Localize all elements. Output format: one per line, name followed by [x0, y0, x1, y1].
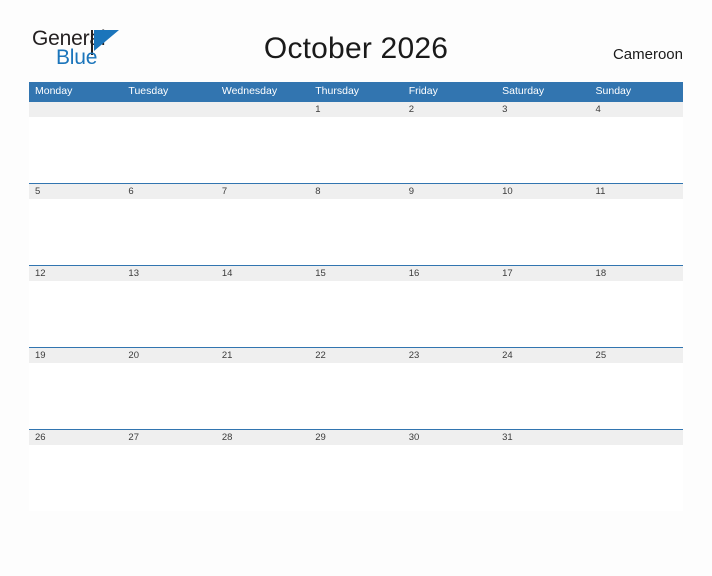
day-cell[interactable]: 19	[29, 348, 122, 363]
calendar-week-row: 26 27 28 29 30 31	[29, 429, 683, 511]
day-cell[interactable]	[216, 102, 309, 117]
day-cell[interactable]: 3	[496, 102, 589, 117]
day-cell[interactable]: 23	[403, 348, 496, 363]
date-number-strip: 26 27 28 29 30 31	[29, 430, 683, 445]
weekday-header-row: Monday Tuesday Wednesday Thursday Friday…	[29, 82, 683, 101]
calendar-grid: Monday Tuesday Wednesday Thursday Friday…	[29, 82, 683, 511]
weekday-header-thursday: Thursday	[315, 85, 360, 97]
day-cell[interactable]: 7	[216, 184, 309, 199]
day-cell[interactable]: 2	[403, 102, 496, 117]
day-cell[interactable]: 9	[403, 184, 496, 199]
day-cell[interactable]: 6	[122, 184, 215, 199]
day-cell[interactable]: 18	[590, 266, 683, 281]
day-cell[interactable]: 24	[496, 348, 589, 363]
day-cell[interactable]: 5	[29, 184, 122, 199]
day-cell[interactable]	[590, 430, 683, 445]
day-cell[interactable]	[29, 102, 122, 117]
date-number-strip: 12 13 14 15 16 17 18	[29, 266, 683, 281]
calendar-week-row: 5 6 7 8 9 10 11	[29, 183, 683, 265]
day-cell[interactable]	[122, 102, 215, 117]
day-cell[interactable]: 13	[122, 266, 215, 281]
page-header: General Blue October 2026 Cameroon	[29, 26, 683, 78]
week-note-area[interactable]	[29, 281, 683, 347]
day-cell[interactable]: 8	[309, 184, 402, 199]
day-cell[interactable]: 17	[496, 266, 589, 281]
weekday-header-friday: Friday	[408, 85, 438, 97]
day-cell[interactable]: 11	[590, 184, 683, 199]
calendar-week-row: 19 20 21 22 23 24 25	[29, 347, 683, 429]
weekday-header-wednesday: Wednesday	[221, 85, 278, 97]
calendar-week-row: 1 2 3 4	[29, 101, 683, 183]
date-number-strip: 5 6 7 8 9 10 11	[29, 184, 683, 199]
day-cell[interactable]: 31	[496, 430, 589, 445]
day-cell[interactable]: 12	[29, 266, 122, 281]
week-note-area[interactable]	[29, 199, 683, 265]
week-note-area[interactable]	[29, 445, 683, 511]
day-cell[interactable]: 15	[309, 266, 402, 281]
day-cell[interactable]: 4	[590, 102, 683, 117]
day-cell[interactable]: 26	[29, 430, 122, 445]
date-number-strip: 19 20 21 22 23 24 25	[29, 348, 683, 363]
day-cell[interactable]: 25	[590, 348, 683, 363]
calendar-week-row: 12 13 14 15 16 17 18	[29, 265, 683, 347]
day-cell[interactable]: 21	[216, 348, 309, 363]
country-label: Cameroon	[612, 46, 683, 63]
page-title: October 2026	[263, 32, 449, 65]
day-cell[interactable]: 20	[122, 348, 215, 363]
weekday-header-monday: Monday	[35, 85, 73, 97]
weekday-header-saturday: Saturday	[502, 85, 545, 97]
day-cell[interactable]: 1	[309, 102, 402, 117]
date-number-strip: 1 2 3 4	[29, 102, 683, 117]
weekday-header-sunday: Sunday	[595, 85, 632, 97]
calendar-page: General Blue October 2026 Cameroon Monda…	[0, 26, 712, 576]
day-cell[interactable]: 22	[309, 348, 402, 363]
day-cell[interactable]: 29	[309, 430, 402, 445]
weekday-header-tuesday: Tuesday	[128, 85, 169, 97]
day-cell[interactable]: 10	[496, 184, 589, 199]
day-cell[interactable]: 30	[403, 430, 496, 445]
day-cell[interactable]: 27	[122, 430, 215, 445]
week-note-area[interactable]	[29, 117, 683, 183]
week-note-area[interactable]	[29, 363, 683, 429]
day-cell[interactable]: 28	[216, 430, 309, 445]
day-cell[interactable]: 16	[403, 266, 496, 281]
day-cell[interactable]: 14	[216, 266, 309, 281]
